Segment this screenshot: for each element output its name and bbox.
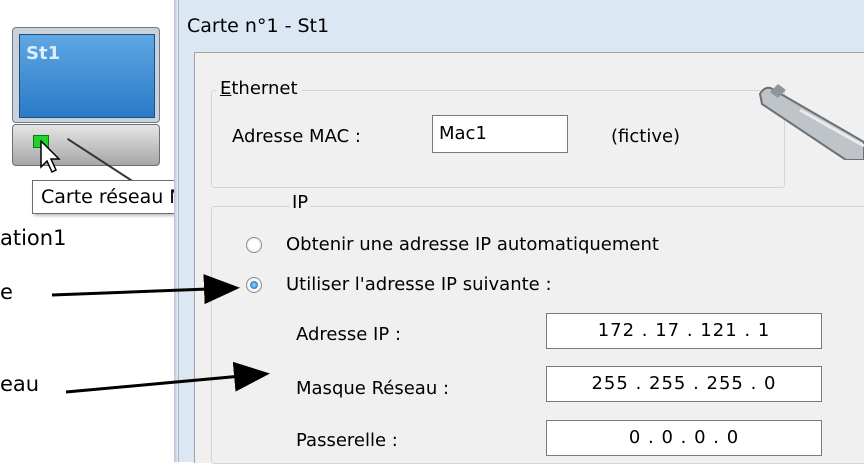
- mac-address-label: Adresse MAC :: [232, 126, 361, 147]
- annotation-label-3: eau: [0, 372, 40, 396]
- ip-address-field[interactable]: 172 . 17 . 121 . 1: [546, 313, 822, 349]
- computer-monitor-icon[interactable]: St1: [12, 27, 160, 123]
- mac-fictive-note: (fictive): [611, 126, 681, 147]
- subnet-mask-label: Masque Réseau :: [296, 378, 450, 399]
- annotation-label-1: ation1: [0, 226, 67, 250]
- ethernet-group-title: Ethernet: [216, 78, 302, 99]
- annotation-label-2: e: [0, 280, 13, 304]
- subnet-mask-field[interactable]: 255 . 255 . 255 . 0: [546, 366, 822, 402]
- computer-base-icon: [12, 124, 160, 166]
- radio-use-following-ip-label[interactable]: Utiliser l'adresse IP suivante :: [286, 274, 552, 295]
- mouse-cursor-icon: [40, 140, 61, 174]
- computer-screen: St1: [19, 34, 155, 118]
- radio-obtain-ip-auto-label[interactable]: Obtenir une adresse IP automatiquement: [286, 234, 659, 255]
- ip-group-title: IP: [290, 192, 311, 213]
- mac-address-field[interactable]: Mac1: [432, 115, 568, 153]
- station-name-label: St1: [26, 43, 61, 64]
- gateway-field[interactable]: 0 . 0 . 0 . 0: [546, 420, 822, 456]
- network-card-image-icon: [758, 84, 864, 160]
- ip-address-label: Adresse IP :: [296, 324, 402, 345]
- radio-use-following-ip[interactable]: [246, 277, 262, 293]
- gateway-label: Passerelle :: [296, 430, 398, 451]
- radio-obtain-ip-auto[interactable]: [246, 237, 262, 253]
- simulator-canvas: St1 Carte réseau Mac1 ation1 e eau: [0, 0, 229, 462]
- dialog-title: Carte n°1 - St1: [187, 15, 330, 37]
